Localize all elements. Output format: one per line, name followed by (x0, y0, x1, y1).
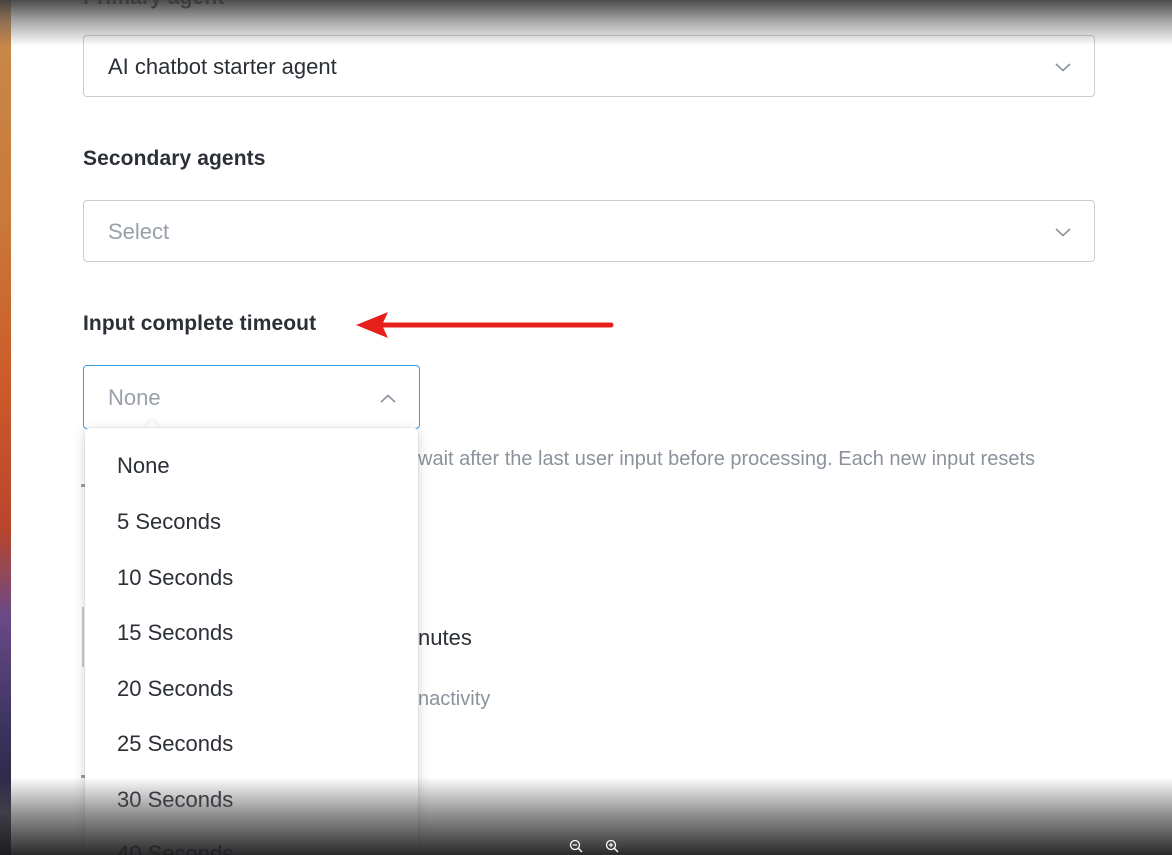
timeout-help-text: wait after the last user input before pr… (418, 448, 1036, 470)
screenshot-stage: Primary agent AI chatbot starter agent S… (0, 0, 1172, 855)
zoom-out-icon[interactable] (568, 838, 584, 854)
desktop-background-strip (0, 0, 11, 855)
hidden-field-border (82, 607, 84, 667)
secondary-agents-select[interactable]: Select (83, 200, 1095, 262)
input-complete-timeout-select[interactable]: None (83, 365, 420, 429)
dropdown-option[interactable]: 25 Seconds (85, 716, 418, 772)
input-complete-timeout-label: Input complete timeout (83, 312, 317, 335)
dropdown-option[interactable]: 30 Seconds (85, 772, 418, 828)
dropdown-option[interactable]: None (85, 438, 418, 494)
primary-agent-value: AI chatbot starter agent (108, 54, 337, 79)
chevron-down-icon (1055, 63, 1071, 72)
timeout-dropdown-menu: None 5 Seconds 10 Seconds 15 Seconds 20 … (85, 428, 418, 855)
annotation-arrow-icon (356, 312, 614, 338)
dropdown-option[interactable]: 15 Seconds (85, 605, 418, 661)
chevron-down-icon (1055, 228, 1071, 237)
dropdown-option[interactable]: 10 Seconds (85, 550, 418, 606)
primary-agent-select[interactable]: AI chatbot starter agent (83, 35, 1095, 97)
secondary-agents-label: Secondary agents (83, 147, 266, 170)
zoom-controls (568, 838, 620, 854)
zoom-in-icon[interactable] (604, 838, 620, 854)
hidden-field-value: nutes (418, 625, 472, 650)
dropdown-option[interactable]: 20 Seconds (85, 661, 418, 717)
hidden-field-help: nactivity (418, 688, 491, 710)
secondary-agents-placeholder: Select (108, 219, 170, 244)
primary-agent-label: Primary agent (83, 0, 224, 10)
chevron-up-icon (380, 394, 396, 403)
dropdown-option[interactable]: 40 Seconds (85, 826, 418, 855)
dropdown-option[interactable]: 5 Seconds (85, 494, 418, 550)
